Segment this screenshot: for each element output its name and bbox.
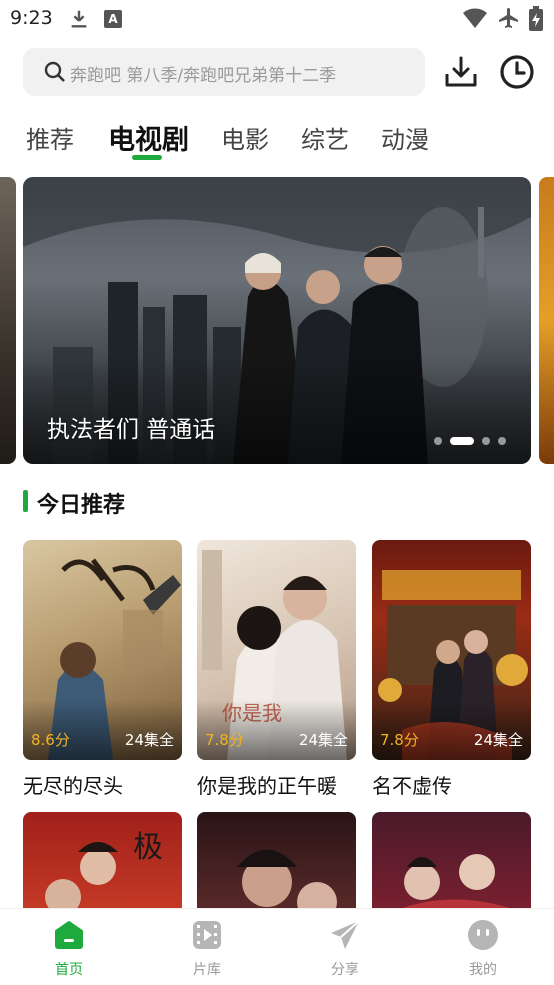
nav-label-library: 片库: [193, 962, 221, 978]
drama-card-partial[interactable]: [372, 812, 531, 912]
active-tab-indicator: [132, 155, 162, 160]
section-accent-bar: [23, 490, 28, 512]
download-status-icon: [71, 10, 87, 28]
status-time: 9:23: [10, 7, 53, 29]
home-icon: [55, 921, 83, 949]
episode-count: 24集全: [298, 731, 348, 749]
tab-movies[interactable]: 电影: [221, 120, 269, 155]
carousel-dot[interactable]: [434, 437, 442, 445]
nav-label-home: 首页: [55, 962, 83, 978]
search-icon: [44, 61, 65, 82]
status-bar: 9:23 A: [0, 0, 554, 40]
tab-variety[interactable]: 综艺: [301, 120, 349, 155]
search-placeholder: 奔跑吧 第八季/奔跑吧兄弟第十二季: [70, 66, 337, 86]
drama-poster: 8.6分 24集全: [23, 540, 182, 760]
battery-charging-icon: [529, 6, 543, 31]
section-title: 今日推荐: [37, 493, 126, 518]
tab-tv-series[interactable]: 电视剧: [108, 118, 189, 157]
wifi-icon: [463, 8, 487, 28]
nav-label-share: 分享: [331, 962, 359, 978]
nav-label-profile: 我的: [469, 962, 497, 978]
film-library-icon: [193, 921, 221, 949]
svg-text:极: 极: [133, 830, 163, 865]
nav-profile[interactable]: 我的: [414, 909, 552, 985]
poster-art: [392, 854, 522, 912]
share-icon: [331, 920, 360, 949]
rating-score: 7.8分: [380, 731, 419, 749]
airplane-mode-icon: [499, 8, 518, 28]
carousel-dot-active[interactable]: [450, 437, 474, 445]
banner-title: 执法者们 普通话: [47, 417, 216, 443]
next-banner-peek[interactable]: [539, 177, 554, 464]
tab-anime[interactable]: 动漫: [381, 120, 429, 155]
drama-card-partial[interactable]: 极: [23, 812, 182, 912]
drama-card-partial[interactable]: [197, 812, 356, 912]
banner-carousel[interactable]: 执法者们 普通话: [0, 177, 554, 464]
category-tabs: 推荐 电视剧 电影 综艺 动漫: [0, 110, 554, 160]
poster-art: 极: [45, 830, 163, 912]
nav-home[interactable]: 首页: [0, 909, 138, 985]
drama-title: 你是我的正午暖: [197, 774, 337, 798]
prev-banner-peek[interactable]: [0, 177, 16, 464]
notification-a-icon: A: [104, 10, 122, 28]
episode-count: 24集全: [124, 731, 174, 749]
profile-icon: [468, 920, 498, 950]
drama-title: 名不虚传: [372, 774, 452, 798]
nav-share[interactable]: 分享: [276, 909, 414, 985]
download-button-icon[interactable]: [443, 54, 479, 90]
bottom-nav: 首页 片库 分享 我的: [0, 908, 554, 985]
rating-score: 8.6分: [31, 731, 70, 749]
poster-art: [237, 849, 337, 912]
carousel-dot[interactable]: [482, 437, 490, 445]
tab-recommend[interactable]: 推荐: [26, 120, 74, 155]
history-clock-icon[interactable]: [499, 54, 535, 90]
episode-count: 24集全: [473, 731, 523, 749]
carousel-dot[interactable]: [498, 437, 506, 445]
drama-poster: 你是我 7.8分 24集全: [197, 540, 356, 760]
search-bar[interactable]: 奔跑吧 第八季/奔跑吧兄弟第十二季: [23, 48, 425, 96]
drama-title: 无尽的尽头: [23, 774, 123, 798]
nav-library[interactable]: 片库: [138, 909, 276, 985]
rating-score: 7.8分: [205, 731, 244, 749]
drama-card[interactable]: 7.8分 24集全 名不虚传: [372, 540, 531, 798]
banner-slide[interactable]: 执法者们 普通话: [23, 177, 531, 464]
drama-poster: 7.8分 24集全: [372, 540, 531, 760]
drama-card[interactable]: 8.6分 24集全 无尽的尽头: [23, 540, 182, 798]
drama-card[interactable]: 你是我 7.8分 24集全 你是我的正午暖: [197, 540, 356, 798]
